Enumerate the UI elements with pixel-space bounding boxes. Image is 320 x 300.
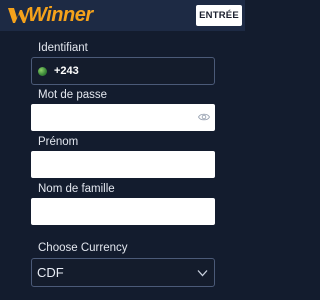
last-name-label: Nom de famille — [38, 183, 115, 195]
password-label: Mot de passe — [38, 89, 108, 101]
first-name-label: Prénom — [38, 136, 79, 148]
phone-prefix: +243 — [54, 65, 79, 77]
login-button[interactable]: ENTRÉE — [196, 5, 242, 26]
logo[interactable]: Winner — [8, 3, 93, 27]
chevron-down-icon — [197, 270, 208, 277]
last-name-field[interactable] — [31, 198, 215, 225]
first-name-field[interactable] — [31, 151, 215, 178]
winner-logo-icon — [8, 8, 30, 23]
currency-select[interactable]: CDF — [31, 258, 215, 287]
currency-label: Choose Currency — [38, 242, 128, 254]
password-field[interactable] — [31, 104, 215, 131]
flag-icon — [38, 66, 47, 76]
eye-icon[interactable] — [198, 112, 210, 122]
top-bar: Winner ENTRÉE — [0, 0, 245, 31]
identifier-label: Identifiant — [38, 42, 88, 54]
currency-value: CDF — [37, 265, 64, 280]
phone-input[interactable]: +243 — [31, 57, 215, 85]
logo-text: Winner — [28, 3, 93, 26]
